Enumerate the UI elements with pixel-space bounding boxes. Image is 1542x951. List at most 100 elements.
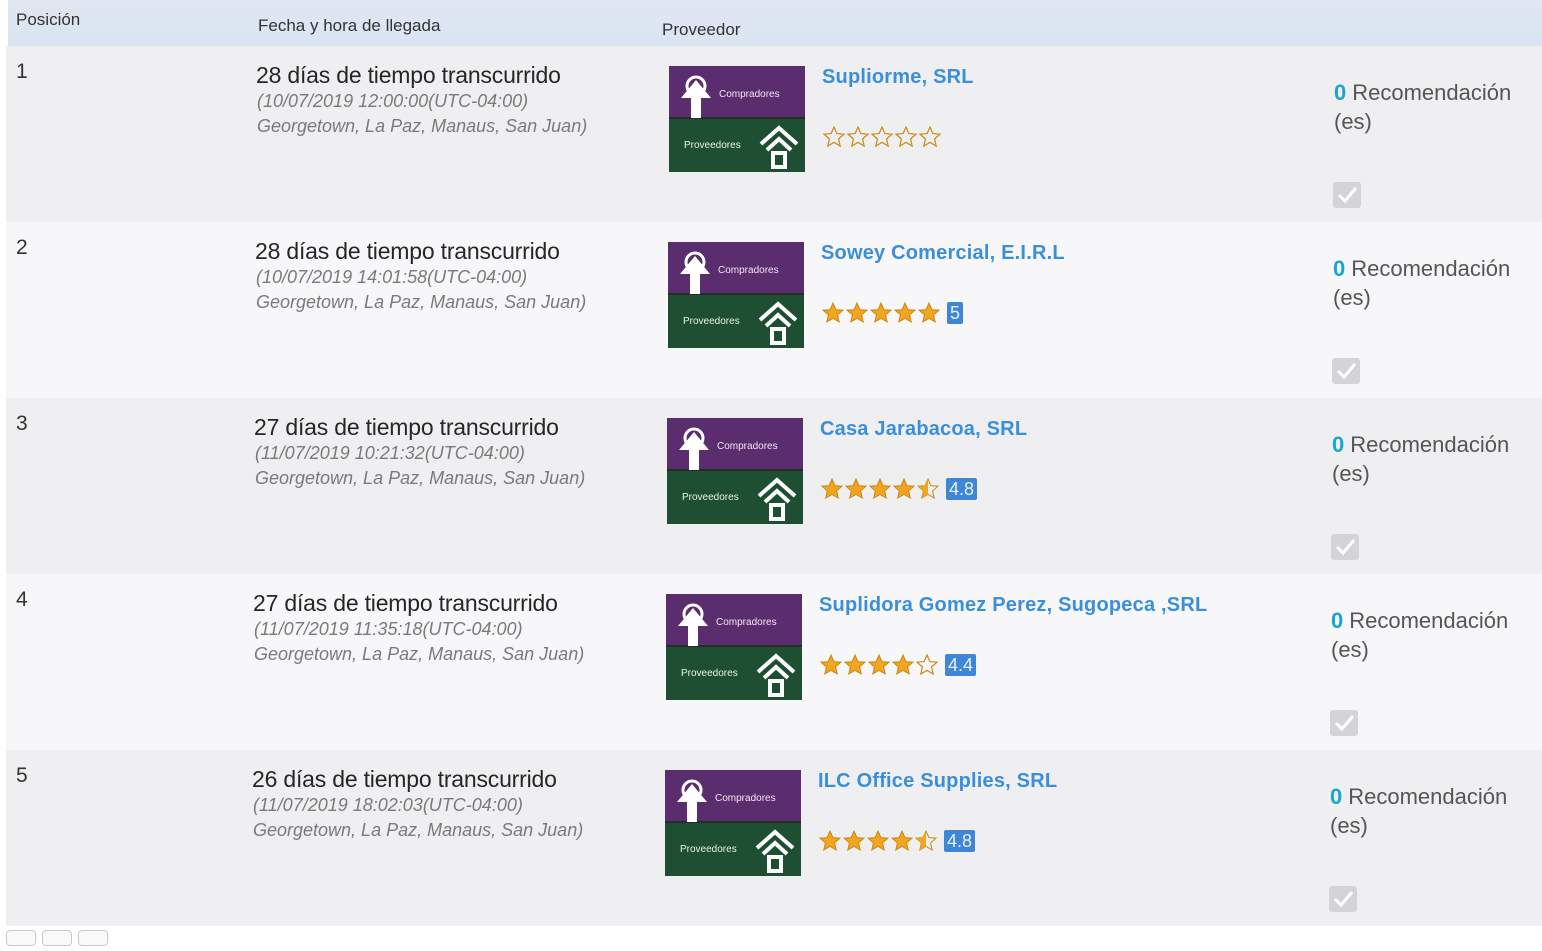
recommendations: 0 Recomendación (es) bbox=[1331, 606, 1531, 664]
rating-badge: 4.8 bbox=[944, 830, 976, 852]
select-checkbox[interactable] bbox=[1330, 710, 1358, 736]
elapsed-time: 26 días de tiempo transcurrido bbox=[252, 766, 557, 792]
checkmark-icon bbox=[1335, 539, 1356, 556]
logo-top-text: Compradores bbox=[715, 793, 776, 804]
arrival-datetime: (11/07/2019 10:21:32(UTC-04:00) bbox=[255, 443, 525, 463]
select-checkbox[interactable] bbox=[1333, 182, 1361, 208]
rating-badge: 5 bbox=[947, 302, 964, 324]
row-position: 1 bbox=[16, 60, 28, 83]
arrival-datetime: (11/07/2019 18:02:03(UTC-04:00) bbox=[253, 795, 523, 815]
star-filled-icon bbox=[843, 653, 867, 676]
checkmark-icon bbox=[1334, 715, 1355, 732]
provider-logo: Compradores Proveedores bbox=[665, 770, 801, 876]
provider-logo: Compradores Proveedores bbox=[668, 242, 804, 348]
elapsed-time: 28 días de tiempo transcurrido bbox=[255, 238, 560, 264]
logo-bottom-text: Proveedores bbox=[684, 140, 741, 151]
table-row: 5 26 días de tiempo transcurrido (11/07/… bbox=[6, 750, 1542, 926]
arrival-timezone: Georgetown, La Paz, Manaus, San Juan) bbox=[253, 820, 584, 840]
recommendations: 0 Recomendación (es) bbox=[1330, 782, 1530, 840]
recommendation-count: 0 bbox=[1333, 256, 1346, 281]
recommendation-label: Recomendación (es) bbox=[1333, 256, 1511, 310]
provider-name-link[interactable]: Suplidora Gomez Perez, Sugopeca ,SRL bbox=[819, 594, 1207, 617]
star-filled-icon bbox=[844, 477, 868, 500]
checkmark-icon bbox=[1333, 891, 1354, 908]
star-filled-icon bbox=[845, 301, 869, 324]
rating-stars: 5 bbox=[821, 298, 964, 328]
star-empty-icon bbox=[822, 125, 846, 148]
select-checkbox[interactable] bbox=[1332, 358, 1360, 384]
arrival-timezone: Georgetown, La Paz, Manaus, San Juan) bbox=[255, 468, 586, 488]
rating-stars: 4.8 bbox=[818, 826, 976, 856]
logo-bottom-text: Proveedores bbox=[681, 668, 738, 679]
table-row: 2 28 días de tiempo transcurrido (10/07/… bbox=[6, 222, 1542, 398]
pagination-button[interactable] bbox=[6, 930, 36, 946]
table-row: 1 28 días de tiempo transcurrido (10/07/… bbox=[6, 46, 1542, 222]
checkmark-icon bbox=[1337, 187, 1358, 204]
star-filled-icon bbox=[868, 477, 892, 500]
provider-name-link[interactable]: Supliorme, SRL bbox=[822, 66, 974, 89]
star-empty-icon bbox=[915, 653, 939, 676]
table-row: 3 27 días de tiempo transcurrido (11/07/… bbox=[6, 398, 1542, 574]
recommendation-count: 0 bbox=[1334, 80, 1347, 105]
recommendations: 0 Recomendación (es) bbox=[1334, 78, 1534, 136]
elapsed-time: 28 días de tiempo transcurrido bbox=[256, 62, 561, 88]
star-filled-icon bbox=[867, 653, 891, 676]
star-filled-icon bbox=[819, 653, 843, 676]
recommendation-count: 0 bbox=[1330, 784, 1343, 809]
provider-name-link[interactable]: Sowey Comercial, E.I.R.L bbox=[821, 242, 1065, 265]
logo-top-text: Compradores bbox=[719, 89, 780, 100]
star-filled-icon bbox=[820, 477, 844, 500]
arrival-datetime: (11/07/2019 11:35:18(UTC-04:00) bbox=[254, 619, 523, 639]
select-checkbox[interactable] bbox=[1331, 534, 1359, 560]
star-empty-icon bbox=[894, 125, 918, 148]
arrival-timezone: Georgetown, La Paz, Manaus, San Juan) bbox=[254, 644, 585, 664]
row-position: 4 bbox=[16, 588, 28, 611]
star-empty-icon bbox=[870, 125, 894, 148]
provider-name-link[interactable]: ILC Office Supplies, SRL bbox=[818, 770, 1057, 793]
column-header-arrival: Fecha y hora de llegada bbox=[258, 16, 441, 35]
provider-logo: Compradores Proveedores bbox=[667, 418, 803, 524]
rating-stars: 4.8 bbox=[820, 474, 978, 504]
provider-logo: Compradores Proveedores bbox=[666, 594, 802, 700]
pagination-button[interactable] bbox=[42, 930, 72, 946]
pagination bbox=[6, 930, 114, 951]
recommendation-label: Recomendación (es) bbox=[1334, 80, 1512, 134]
logo-bottom-text: Proveedores bbox=[683, 316, 740, 327]
star-filled-icon bbox=[842, 829, 866, 852]
logo-top-text: Compradores bbox=[718, 265, 779, 276]
arrival-timezone: Georgetown, La Paz, Manaus, San Juan) bbox=[256, 292, 587, 312]
recommendation-label: Recomendación (es) bbox=[1330, 784, 1508, 838]
star-empty-icon bbox=[918, 125, 942, 148]
recommendations: 0 Recomendación (es) bbox=[1332, 430, 1532, 488]
star-filled-icon bbox=[891, 653, 915, 676]
elapsed-time: 27 días de tiempo transcurrido bbox=[253, 590, 558, 616]
recommendation-label: Recomendación (es) bbox=[1332, 432, 1510, 486]
recommendation-count: 0 bbox=[1331, 608, 1344, 633]
pagination-button[interactable] bbox=[78, 930, 108, 946]
row-position: 3 bbox=[16, 412, 28, 435]
arrival-datetime: (10/07/2019 14:01:58(UTC-04:00) bbox=[256, 267, 528, 287]
provider-name-link[interactable]: Casa Jarabacoa, SRL bbox=[820, 418, 1027, 441]
star-empty-icon bbox=[846, 125, 870, 148]
rating-stars: 4.4 bbox=[819, 650, 977, 680]
row-position: 2 bbox=[16, 236, 28, 259]
star-filled-icon bbox=[818, 829, 842, 852]
star-half-icon bbox=[914, 829, 938, 852]
star-filled-icon bbox=[892, 477, 916, 500]
rating-badge: 4.4 bbox=[945, 654, 977, 676]
rating-badge: 4.8 bbox=[946, 478, 978, 500]
row-position: 5 bbox=[16, 764, 28, 787]
rating-stars bbox=[822, 122, 942, 152]
star-half-icon bbox=[916, 477, 940, 500]
column-header-position: Posición bbox=[16, 10, 81, 29]
recommendation-count: 0 bbox=[1332, 432, 1345, 457]
checkmark-icon bbox=[1336, 363, 1357, 380]
select-checkbox[interactable] bbox=[1329, 886, 1357, 912]
arrival-timezone: Georgetown, La Paz, Manaus, San Juan) bbox=[257, 116, 588, 136]
logo-bottom-text: Proveedores bbox=[682, 492, 739, 503]
arrival-datetime: (10/07/2019 12:00:00(UTC-04:00) bbox=[257, 91, 529, 111]
logo-bottom-text: Proveedores bbox=[680, 844, 737, 855]
logo-top-text: Compradores bbox=[717, 441, 778, 452]
star-filled-icon bbox=[869, 301, 893, 324]
star-filled-icon bbox=[821, 301, 845, 324]
